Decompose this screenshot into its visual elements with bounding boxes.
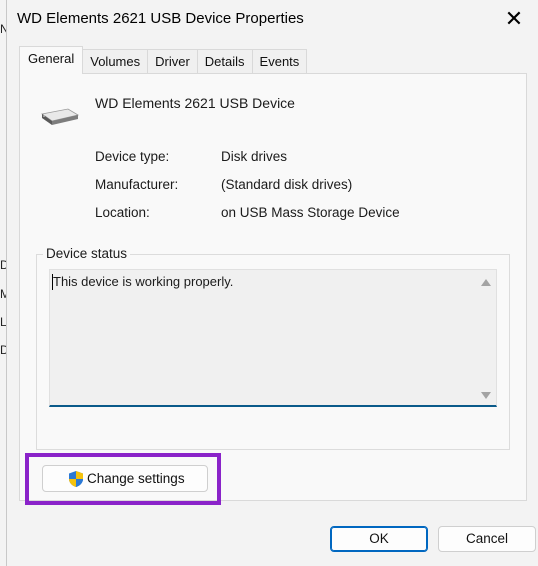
location-label: Location:: [95, 205, 150, 220]
scroll-down-arrow-icon[interactable]: [481, 392, 491, 399]
location-value: on USB Mass Storage Device: [221, 205, 400, 220]
close-button[interactable]: ✕: [497, 4, 531, 34]
tab-bar: General Volumes Driver Details Events: [19, 46, 308, 74]
device-status-label: Device status: [43, 246, 131, 261]
device-name: WD Elements 2621 USB Device: [95, 95, 295, 111]
scroll-up-arrow-icon[interactable]: [481, 279, 491, 286]
device-type-value: Disk drives: [221, 149, 288, 164]
general-tab-panel: WD Elements 2621 USB Device Device type:…: [19, 73, 527, 501]
tab-general[interactable]: General: [19, 46, 84, 74]
device-status-group: Device status This device is working pro…: [36, 246, 510, 450]
cancel-button[interactable]: Cancel: [438, 526, 536, 552]
shield-icon: [69, 471, 83, 487]
tab-driver[interactable]: Driver: [147, 49, 198, 74]
properties-dialog: WD Elements 2621 USB Device Properties ✕…: [6, 0, 538, 566]
manufacturer-label: Manufacturer:: [95, 177, 179, 192]
device-status-text: This device is working properly.: [53, 274, 234, 289]
tab-details[interactable]: Details: [196, 49, 253, 74]
drive-icon: [40, 108, 80, 125]
tab-volumes[interactable]: Volumes: [82, 49, 149, 74]
dialog-title: WD Elements 2621 USB Device Properties: [17, 10, 304, 27]
ok-button[interactable]: OK: [330, 526, 428, 552]
device-type-label: Device type:: [95, 149, 170, 164]
device-status-textbox[interactable]: This device is working properly.: [49, 269, 497, 407]
manufacturer-value: (Standard disk drives): [221, 177, 353, 192]
change-settings-button[interactable]: Change settings: [42, 465, 208, 492]
tab-events[interactable]: Events: [251, 49, 308, 74]
change-settings-label: Change settings: [87, 471, 185, 486]
